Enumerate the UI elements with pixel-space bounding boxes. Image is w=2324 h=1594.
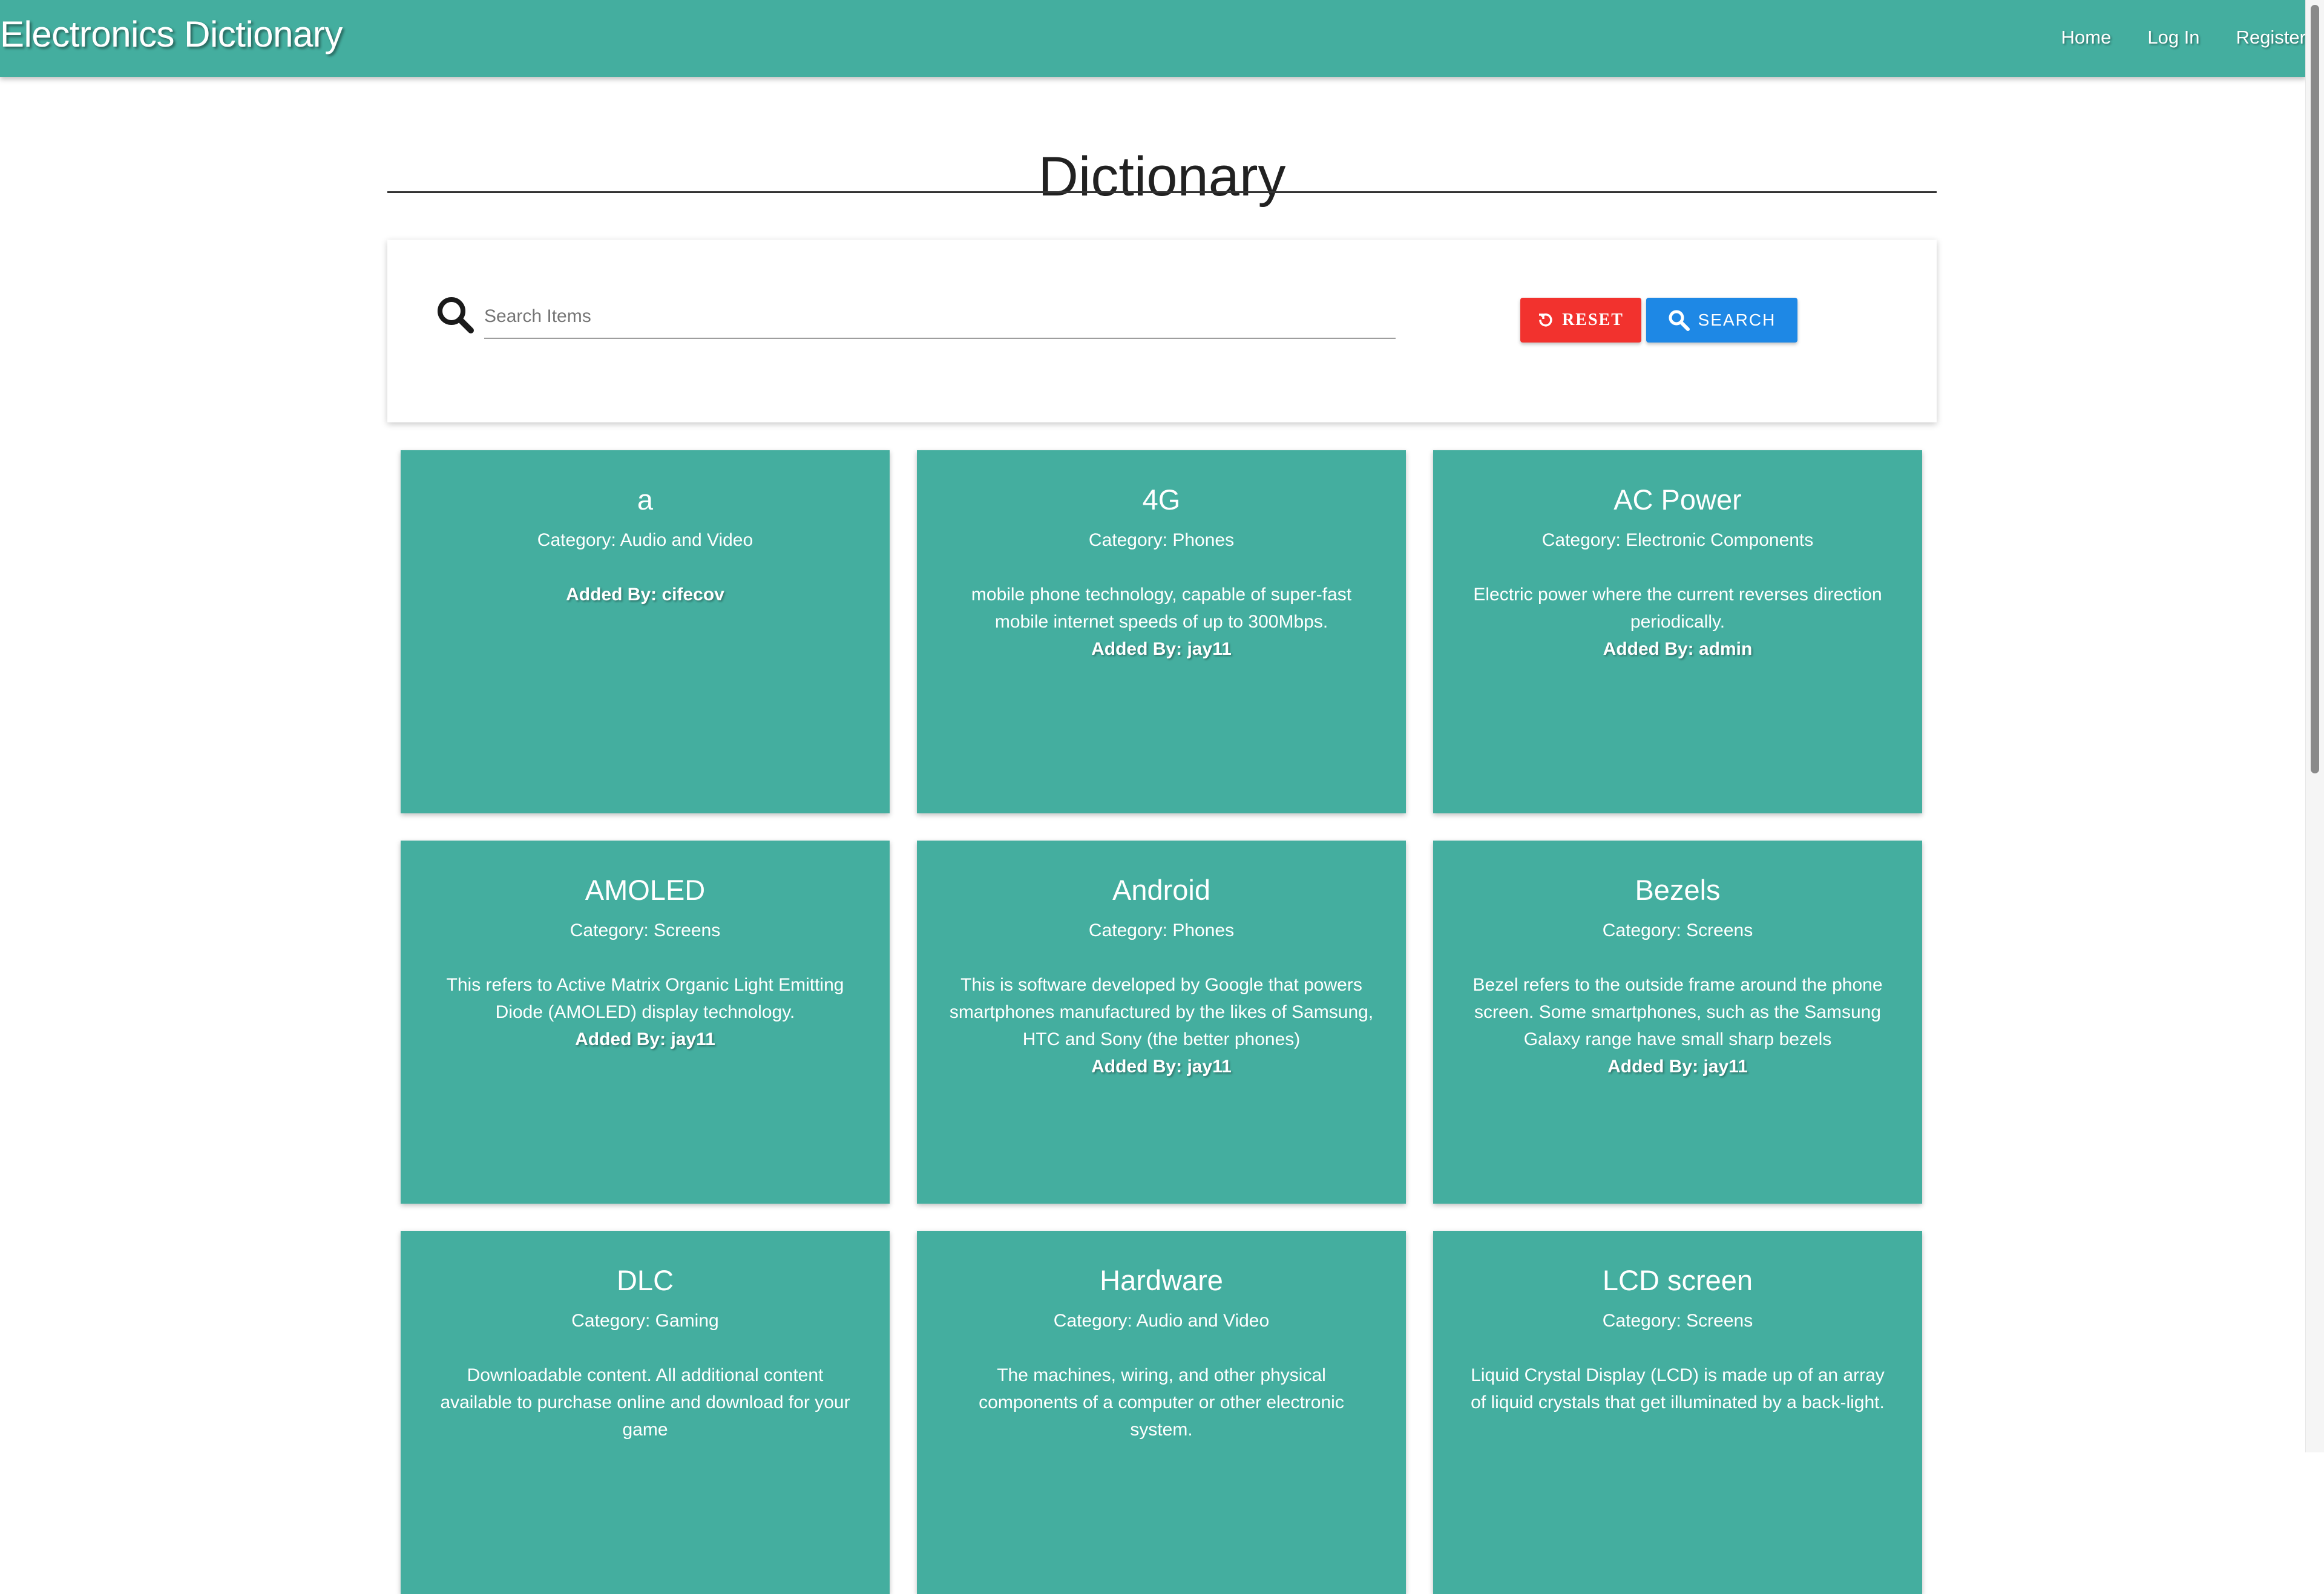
nav-links: Home Log In Register xyxy=(2025,27,2306,48)
vertical-scrollbar[interactable] xyxy=(2305,0,2324,1452)
dictionary-card[interactable]: 4G Category: Phones mobile phone technol… xyxy=(917,450,1406,813)
nav-login-link[interactable]: Log In xyxy=(2147,27,2199,48)
card-added-by: Added By: admin xyxy=(1603,639,1753,660)
card-category: Category: Audio and Video xyxy=(1053,1311,1270,1331)
dictionary-card[interactable]: Android Category: Phones This is softwar… xyxy=(917,841,1406,1204)
scrollbar-thumb[interactable] xyxy=(2311,5,2319,773)
card-category: Category: Electronic Components xyxy=(1541,530,1814,551)
reset-button-label: RESET xyxy=(1562,310,1624,329)
card-description: mobile phone technology, capable of supe… xyxy=(971,585,1352,632)
card-description: This refers to Active Matrix Organic Lig… xyxy=(446,975,844,1023)
dictionary-card[interactable]: Bezels Category: Screens Bezel refers to… xyxy=(1433,841,1922,1204)
title-divider xyxy=(387,191,1937,193)
card-title: 4G xyxy=(1142,484,1181,516)
nav-register-link[interactable]: Register xyxy=(2236,27,2306,48)
card-description: The machines, wiring, and other physical… xyxy=(979,1365,1344,1440)
card-added-by: Added By: jay11 xyxy=(1091,1057,1232,1077)
card-category: Category: Screens xyxy=(1602,920,1753,941)
card-added-by: Added By: jay11 xyxy=(575,1029,715,1050)
card-description: Electric power where the current reverse… xyxy=(1473,585,1882,632)
search-button-icon xyxy=(1669,310,1690,331)
brand-title[interactable]: Electronics Dictionary xyxy=(0,13,343,55)
dictionary-card[interactable]: LCD screen Category: Screens Liquid Crys… xyxy=(1433,1231,1922,1594)
card-category: Category: Gaming xyxy=(571,1311,719,1331)
dictionary-card[interactable]: Hardware Category: Audio and Video The m… xyxy=(917,1231,1406,1594)
card-category: Category: Phones xyxy=(1088,920,1235,941)
card-title: AC Power xyxy=(1613,484,1742,516)
card-description: Downloadable content. All additional con… xyxy=(440,1365,850,1440)
card-title: LCD screen xyxy=(1602,1264,1753,1296)
card-category: Category: Screens xyxy=(1602,1311,1753,1331)
reset-icon xyxy=(1539,313,1552,327)
card-description: Liquid Crystal Display (LCD) is made up … xyxy=(1471,1365,1885,1413)
top-navbar: Electronics Dictionary Home Log In Regis… xyxy=(0,0,2306,77)
card-title: Android xyxy=(1112,874,1210,906)
card-title: Hardware xyxy=(1100,1264,1223,1296)
dictionary-card[interactable]: AMOLED Category: Screens This refers to … xyxy=(401,841,890,1204)
search-button[interactable]: SEARCH xyxy=(1646,298,1797,343)
card-added-by: Added By: jay11 xyxy=(1607,1057,1748,1077)
search-button-label: SEARCH xyxy=(1698,310,1776,329)
dictionary-card[interactable]: AC Power Category: Electronic Components… xyxy=(1433,450,1922,813)
search-input[interactable] xyxy=(484,295,1396,339)
card-title: DLC xyxy=(616,1264,674,1296)
card-category: Category: Phones xyxy=(1088,530,1235,551)
page-title: Dictionary xyxy=(1038,145,1286,208)
nav-home-link[interactable]: Home xyxy=(2061,27,2112,48)
card-title: Bezels xyxy=(1635,874,1721,906)
card-added-by: Added By: jay11 xyxy=(1091,639,1232,660)
card-description: Bezel refers to the outside frame around… xyxy=(1472,975,1883,1050)
card-category: Category: Screens xyxy=(570,920,721,941)
dictionary-card[interactable]: DLC Category: Gaming Downloadable conten… xyxy=(401,1231,890,1594)
card-description: This is software developed by Google tha… xyxy=(949,975,1374,1050)
dictionary-card[interactable]: a Category: Audio and Video Added By: ci… xyxy=(401,450,890,813)
reset-button[interactable]: RESET xyxy=(1520,298,1641,343)
search-icon xyxy=(438,297,474,333)
card-added-by: Added By: cifecov xyxy=(566,585,724,605)
card-title: a xyxy=(637,484,654,516)
search-panel: RESET SEARCH xyxy=(387,240,1937,422)
card-title: AMOLED xyxy=(585,874,706,906)
card-category: Category: Audio and Video xyxy=(537,530,753,551)
